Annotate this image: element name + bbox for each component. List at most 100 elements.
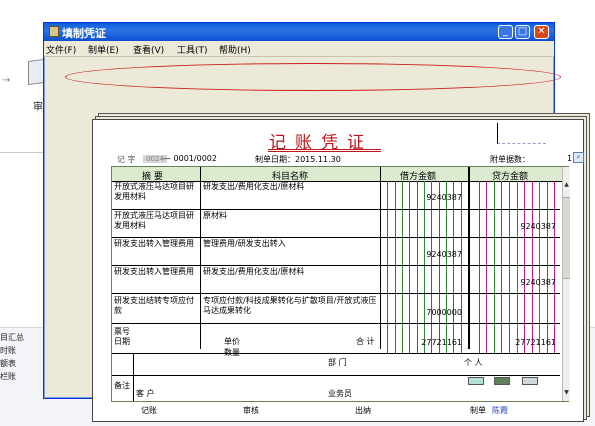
title-underline-double (268, 151, 381, 152)
background-divider (0, 152, 45, 153)
digit-gridline (446, 181, 447, 353)
menu-voucher[interactable]: 制单(E) (88, 43, 119, 56)
row-divider (112, 375, 560, 376)
minimize-button[interactable]: _ (498, 25, 513, 39)
digit-gridline (460, 181, 462, 353)
menu-help[interactable]: 帮助(H) (219, 43, 251, 56)
date-label: 日期 (114, 337, 130, 346)
digit-gridline (424, 181, 425, 353)
customer-label: 客 户 (136, 389, 155, 398)
folder-icon[interactable] (468, 377, 484, 385)
digit-gridline (453, 181, 455, 353)
row-account[interactable]: 研发支出/费用化支出/原材料 (203, 182, 379, 192)
zoom-icon[interactable] (522, 377, 538, 385)
col-credit: 贷方金额 (492, 172, 529, 182)
row-divider (112, 265, 560, 266)
background-item[interactable]: 目汇总 (0, 331, 24, 344)
background-item[interactable]: 时账 (0, 344, 24, 357)
row-debit[interactable]: 7000000 (402, 308, 462, 317)
row-account[interactable]: 专项应付款/科技成果转化与扩散项目/开放式液压马达成果转化 (203, 296, 379, 316)
row-summary[interactable]: 开放式液压马达项目研发用材料 (114, 211, 200, 231)
unit-price-label: 单价 (224, 337, 240, 346)
attachments-count[interactable]: 1 (567, 154, 572, 163)
credit-grid (471, 181, 562, 353)
row-divider (112, 353, 560, 354)
digit-gridline (387, 181, 389, 353)
digit-gridline (416, 181, 418, 353)
voucher-paper: 记账凭证 记 字 0024 — 0001/0002 制单日期：2015.11.3… (92, 119, 584, 422)
audit-label: 审核 (243, 406, 259, 415)
window-title: 填制凭证 (62, 27, 106, 40)
person-label: 个 人 (464, 358, 483, 367)
close-button[interactable]: ✕ (534, 25, 549, 39)
voucher-ref-field[interactable] (497, 123, 546, 144)
menu-tools[interactable]: 工具(T) (177, 43, 208, 56)
digit-gridline (508, 181, 510, 353)
row-summary[interactable]: 研发支出转入管理费用 (114, 239, 200, 249)
salesperson-label: 业务员 (328, 389, 352, 398)
menu-bar: 文件(F) 制单(E) 查看(V) 工具(T) 帮助(H) (44, 41, 554, 57)
row-debit[interactable]: 9240387 (402, 193, 462, 202)
title-underline (268, 149, 381, 150)
row-account[interactable]: 研发支出/费用化支出/原材料 (203, 267, 379, 277)
digit-gridline (486, 181, 488, 353)
scroll-down-icon[interactable]: ▼ (563, 389, 570, 397)
row-summary[interactable]: 研发支出转入管理费用 (114, 267, 200, 277)
quantity-label: 数量 (224, 348, 240, 357)
digit-gridline (524, 181, 526, 353)
row-divider (112, 237, 560, 238)
col-divider (200, 167, 201, 349)
maximize-button[interactable]: □ (515, 25, 530, 39)
scroll-up-icon[interactable]: ▲ (563, 181, 570, 189)
voucher-type-label: 记 字 (117, 155, 136, 164)
background-list: 目汇总 时账 额表 栏账 (0, 331, 24, 383)
col-debit: 借方金额 (400, 172, 437, 182)
row-summary[interactable]: 研发支出结转专项应付款 (114, 296, 200, 316)
voucher-page: — 0001/0002 (163, 154, 217, 163)
document-icon (28, 58, 44, 86)
digit-gridline (402, 181, 403, 353)
row-debit[interactable]: 9240387 (402, 250, 462, 259)
col-summary: 摘 要 (142, 172, 163, 182)
credit-total: 27721161 (515, 338, 556, 347)
menu-file[interactable]: 文件(F) (46, 43, 76, 56)
cashier-label: 出纳 (355, 406, 371, 415)
highlight-annotation (65, 63, 561, 91)
row-divider (112, 323, 560, 324)
voucher-date[interactable]: 制单日期：2015.11.30 (255, 154, 341, 165)
total-label: 合 计 (356, 337, 375, 346)
row-account[interactable]: 管理费用/研发支出转入 (203, 239, 379, 249)
digit-gridline (409, 181, 411, 353)
card-icon[interactable] (494, 377, 510, 385)
row-summary[interactable]: 开放式液压马达项目研发用材料 (114, 182, 200, 202)
digit-gridline (431, 181, 433, 353)
debit-total: 27721161 (421, 338, 462, 347)
digit-gridline (394, 181, 396, 353)
debit-grid (380, 181, 468, 353)
title-bar[interactable]: 填制凭证 _ □ ✕ (44, 23, 554, 41)
row-credit[interactable]: 9240387 (496, 278, 556, 287)
col-divider (468, 167, 470, 349)
digit-gridline (516, 181, 518, 353)
search-icon[interactable]: ⌕ (573, 152, 584, 163)
remarks-label: 备注 (114, 381, 130, 390)
digit-gridline (501, 181, 503, 353)
background-item[interactable]: 额表 (0, 357, 24, 370)
bookkeeping-label: 记账 (141, 406, 157, 415)
maker-name: 陈霞 (492, 406, 508, 415)
row-credit[interactable]: 9240387 (496, 222, 556, 231)
department-label: 部 门 (328, 358, 347, 367)
col-divider (380, 167, 381, 349)
row-account[interactable]: 原材料 (203, 211, 379, 221)
scroll-thumb[interactable] (563, 197, 570, 279)
background-item[interactable]: 栏账 (0, 370, 24, 383)
attachments-label: 附单据数： (490, 155, 530, 164)
menu-view[interactable]: 查看(V) (133, 43, 164, 56)
row-divider (112, 209, 560, 210)
digit-gridline (539, 181, 541, 353)
digit-gridline (531, 181, 533, 353)
row-divider (112, 293, 560, 294)
table-scrollbar[interactable]: ▲ ▼ (562, 167, 570, 401)
ticket-no-label: 票号 (114, 327, 130, 336)
app-icon (49, 26, 59, 37)
